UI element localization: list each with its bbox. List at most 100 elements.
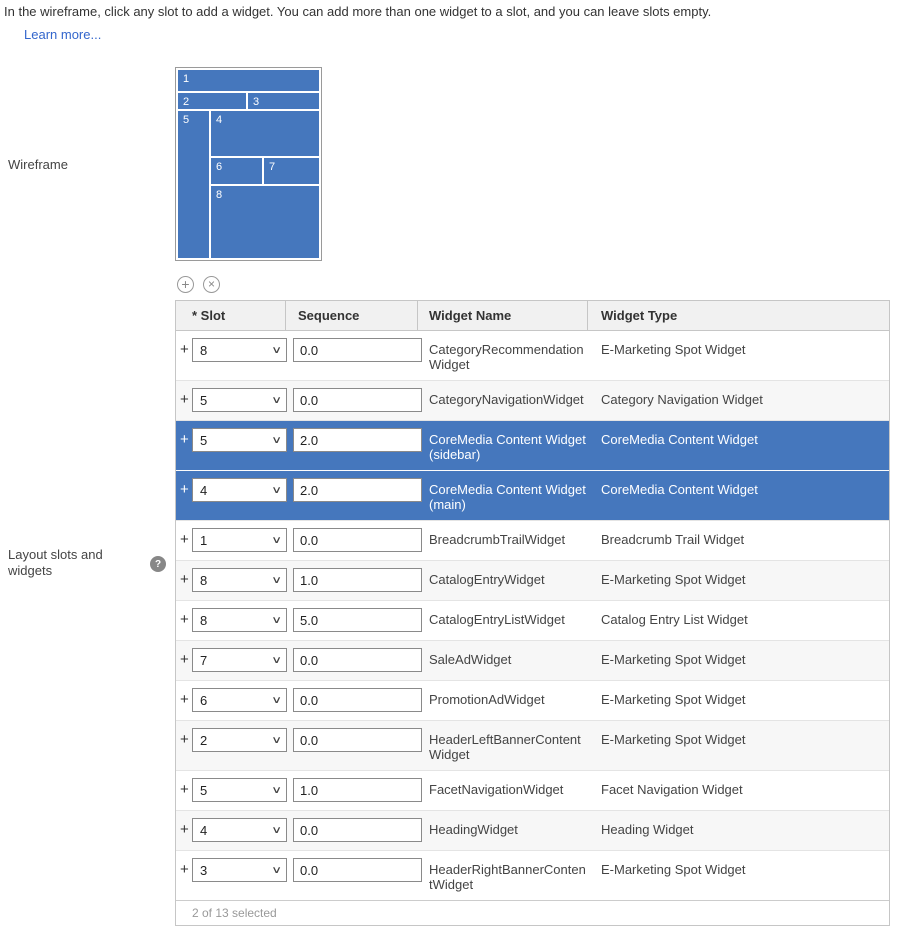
widget-type-cell: E-Marketing Spot Widget: [601, 568, 889, 587]
chevron-down-icon: ∨: [271, 735, 282, 746]
row-add-icon[interactable]: +: [180, 341, 192, 359]
plus-icon: +: [181, 277, 189, 291]
sequence-input[interactable]: [293, 388, 422, 412]
slot-select-value: 5: [200, 433, 207, 448]
selection-status: 2 of 13 selected: [176, 900, 889, 925]
help-icon[interactable]: ?: [150, 556, 166, 572]
chevron-down-icon: ∨: [271, 575, 282, 586]
widget-name-cell: CatalogEntryListWidget: [429, 608, 588, 627]
column-header-slot: * Slot: [176, 301, 286, 330]
row-add-icon[interactable]: +: [180, 531, 192, 549]
slot-number: 4: [211, 111, 319, 126]
row-add-icon[interactable]: +: [180, 391, 192, 409]
row-add-icon[interactable]: +: [180, 861, 192, 879]
row-add-icon[interactable]: +: [180, 731, 192, 749]
sequence-input[interactable]: [293, 608, 422, 632]
row-add-icon[interactable]: +: [180, 781, 192, 799]
chevron-down-icon: ∨: [271, 615, 282, 626]
widget-type-cell: Catalog Entry List Widget: [601, 608, 889, 627]
sequence-input[interactable]: [293, 568, 422, 592]
sequence-input[interactable]: [293, 648, 422, 672]
sequence-input[interactable]: [293, 728, 422, 752]
widget-name-cell: SaleAdWidget: [429, 648, 588, 667]
widget-type-cell: E-Marketing Spot Widget: [601, 728, 889, 747]
layout-slots-field-label: Layout slots and widgets: [8, 547, 126, 579]
widget-type-cell: E-Marketing Spot Widget: [601, 858, 889, 877]
add-circle-button[interactable]: +: [177, 276, 194, 293]
table-row[interactable]: + 5 ∨ FacetNavigationWidget Facet Naviga…: [176, 770, 889, 810]
slot-select[interactable]: 1 ∨: [192, 528, 287, 552]
wireframe-slot-3[interactable]: 3: [248, 93, 319, 109]
remove-circle-button[interactable]: ×: [203, 276, 220, 293]
wireframe-slot-1[interactable]: 1: [178, 70, 319, 91]
slot-select[interactable]: 5 ∨: [192, 428, 287, 452]
table-row[interactable]: + 5 ∨ CategoryNavigationWidget Category …: [176, 380, 889, 420]
table-row[interactable]: + 3 ∨ HeaderRightBannerContentWidget E-M…: [176, 850, 889, 900]
row-add-icon[interactable]: +: [180, 691, 192, 709]
slot-select-value: 8: [200, 613, 207, 628]
row-add-icon[interactable]: +: [180, 651, 192, 669]
row-add-icon[interactable]: +: [180, 821, 192, 839]
row-add-icon[interactable]: +: [180, 611, 192, 629]
widget-type-cell: Facet Navigation Widget: [601, 778, 889, 797]
widget-toolbar: + ×: [177, 276, 220, 293]
slot-select[interactable]: 8 ∨: [192, 338, 287, 362]
table-row[interactable]: + 8 ∨ CatalogEntryListWidget Catalog Ent…: [176, 600, 889, 640]
slot-select[interactable]: 3 ∨: [192, 858, 287, 882]
column-header-widget-type: Widget Type: [588, 301, 889, 330]
learn-more-link[interactable]: Learn more...: [24, 27, 101, 42]
slot-select-value: 5: [200, 393, 207, 408]
sequence-input[interactable]: [293, 858, 422, 882]
slot-select[interactable]: 8 ∨: [192, 568, 287, 592]
wireframe-slot-7[interactable]: 7: [264, 158, 319, 184]
sequence-input[interactable]: [293, 428, 422, 452]
row-add-icon[interactable]: +: [180, 481, 192, 499]
slot-select-value: 4: [200, 823, 207, 838]
slot-select[interactable]: 5 ∨: [192, 778, 287, 802]
slot-select[interactable]: 2 ∨: [192, 728, 287, 752]
slot-select[interactable]: 5 ∨: [192, 388, 287, 412]
chevron-down-icon: ∨: [271, 485, 282, 496]
sequence-input[interactable]: [293, 478, 422, 502]
table-row[interactable]: + 4 ∨ HeadingWidget Heading Widget: [176, 810, 889, 850]
widget-name-cell: FacetNavigationWidget: [429, 778, 588, 797]
chevron-down-icon: ∨: [271, 785, 282, 796]
widget-name-cell: HeadingWidget: [429, 818, 588, 837]
row-add-icon[interactable]: +: [180, 571, 192, 589]
slot-select[interactable]: 7 ∨: [192, 648, 287, 672]
widget-name-cell: CategoryRecommendationWidget: [429, 338, 588, 372]
sequence-input[interactable]: [293, 688, 422, 712]
table-row[interactable]: + 7 ∨ SaleAdWidget E-Marketing Spot Widg…: [176, 640, 889, 680]
table-row[interactable]: + 5 ∨ CoreMedia Content Widget (sidebar)…: [176, 420, 889, 470]
wireframe-slot-5[interactable]: 5: [178, 111, 209, 258]
slot-select-value: 8: [200, 573, 207, 588]
slot-select-value: 4: [200, 483, 207, 498]
chevron-down-icon: ∨: [271, 695, 282, 706]
sequence-input[interactable]: [293, 338, 422, 362]
slot-select[interactable]: 8 ∨: [192, 608, 287, 632]
wireframe-slot-8[interactable]: 8: [211, 186, 319, 258]
slot-number: 3: [248, 93, 319, 108]
slot-select[interactable]: 6 ∨: [192, 688, 287, 712]
chevron-down-icon: ∨: [271, 395, 282, 406]
sequence-input[interactable]: [293, 528, 422, 552]
slot-number: 1: [178, 70, 319, 85]
wireframe-slot-4[interactable]: 4: [211, 111, 319, 156]
wireframe-slot-2[interactable]: 2: [178, 93, 246, 109]
table-row[interactable]: + 6 ∨ PromotionAdWidget E-Marketing Spot…: [176, 680, 889, 720]
widget-name-cell: HeaderLeftBannerContentWidget: [429, 728, 588, 762]
table-row[interactable]: + 4 ∨ CoreMedia Content Widget (main) Co…: [176, 470, 889, 520]
table-row[interactable]: + 8 ∨ CategoryRecommendationWidget E-Mar…: [176, 331, 889, 380]
table-row[interactable]: + 2 ∨ HeaderLeftBannerContentWidget E-Ma…: [176, 720, 889, 770]
table-row[interactable]: + 8 ∨ CatalogEntryWidget E-Marketing Spo…: [176, 560, 889, 600]
widget-name-cell: CoreMedia Content Widget (main): [429, 478, 588, 512]
wireframe-diagram: 1 2 3 4 5 6 7 8: [175, 67, 322, 261]
slot-select[interactable]: 4 ∨: [192, 478, 287, 502]
sequence-input[interactable]: [293, 778, 422, 802]
row-add-icon[interactable]: +: [180, 431, 192, 449]
table-row[interactable]: + 1 ∨ BreadcrumbTrailWidget Breadcrumb T…: [176, 520, 889, 560]
sequence-input[interactable]: [293, 818, 422, 842]
slot-select[interactable]: 4 ∨: [192, 818, 287, 842]
widget-type-cell: CoreMedia Content Widget: [601, 428, 889, 447]
wireframe-slot-6[interactable]: 6: [211, 158, 262, 184]
